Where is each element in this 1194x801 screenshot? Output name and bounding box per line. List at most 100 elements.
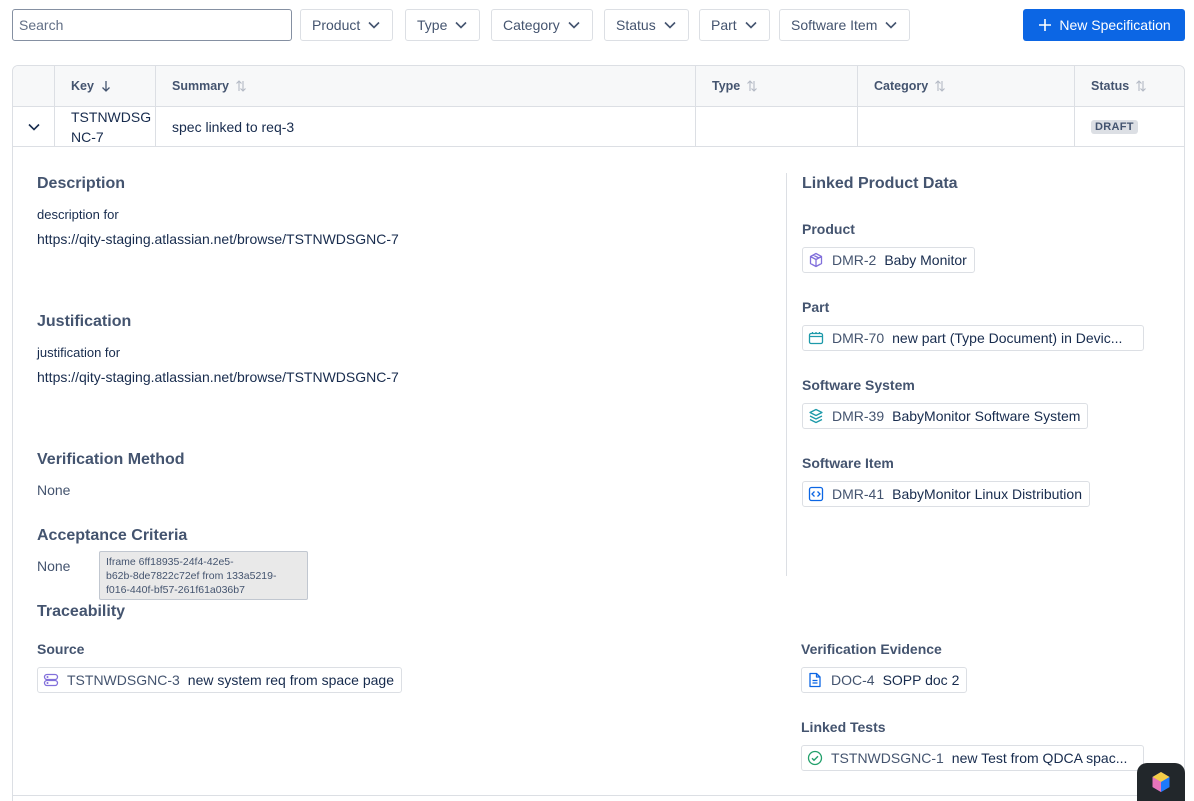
linked-tests-label: Linked Tests	[801, 719, 886, 735]
column-type-label: Type	[712, 79, 741, 93]
description-line2: https://qity-staging.atlassian.net/brows…	[37, 231, 399, 247]
verification-evidence-link[interactable]: DOC-4 SOPP doc 2	[801, 667, 968, 693]
new-specification-label: New Specification	[1059, 17, 1171, 33]
row-type	[695, 107, 857, 147]
product-name: Baby Monitor	[884, 252, 967, 268]
row-key-line2: NC-7	[71, 129, 104, 145]
row-key[interactable]: TSTNWDSG NC-7	[54, 107, 155, 147]
justification-line1: justification for	[37, 345, 121, 360]
chevron-down-icon	[885, 21, 897, 29]
traceability-heading: Traceability	[37, 603, 126, 620]
part-name: new part (Type Document) in Devic...	[892, 330, 1123, 346]
software-item-link[interactable]: DMR-41 BabyMonitor Linux Distribution	[802, 481, 1090, 507]
check-circle-icon	[807, 750, 823, 766]
status-badge: DRAFT	[1091, 120, 1138, 134]
verification-evidence-key: DOC-4	[831, 672, 875, 688]
category-filter-label: Category	[503, 17, 560, 33]
column-summary[interactable]: Summary	[155, 66, 695, 106]
column-status[interactable]: Status	[1074, 66, 1184, 106]
chevron-down-icon	[568, 21, 580, 29]
toolbar: Product Type Category Status Part Softwa…	[12, 9, 1185, 41]
verification-method-heading: Verification Method	[37, 451, 185, 468]
app-launcher-button[interactable]	[1137, 763, 1185, 801]
column-summary-label: Summary	[172, 79, 229, 93]
software-item-name: BabyMonitor Linux Distribution	[892, 486, 1082, 502]
software-system-name: BabyMonitor Software System	[892, 408, 1081, 424]
plus-icon	[1039, 19, 1052, 31]
column-key-label: Key	[71, 79, 94, 93]
software-item-filter-label: Software Item	[791, 17, 878, 33]
part-key: DMR-70	[832, 330, 885, 346]
source-link[interactable]: TSTNWDSGNC-3 new system req from space p…	[37, 667, 402, 693]
search-input[interactable]	[12, 9, 292, 41]
source-key: TSTNWDSGNC-3	[67, 672, 180, 688]
product-label: Product	[802, 221, 855, 237]
column-status-label: Status	[1091, 79, 1130, 93]
linked-test-link[interactable]: TSTNWDSGNC-1 new Test from QDCA spac...	[801, 745, 1144, 771]
product-filter[interactable]: Product	[300, 9, 394, 41]
software-system-link[interactable]: DMR-39 BabyMonitor Software System	[802, 403, 1089, 429]
description-line1: description for	[37, 207, 119, 222]
row-key-line1: TSTNWDSG	[71, 109, 152, 125]
hexagon-logo-icon	[1152, 772, 1170, 792]
software-item-label: Software Item	[802, 455, 894, 471]
part-link[interactable]: DMR-70 new part (Type Document) in Devic…	[802, 325, 1144, 351]
vertical-divider	[786, 173, 787, 576]
table-row[interactable]: TSTNWDSG NC-7 spec linked to req-3 DRAFT	[13, 107, 1184, 147]
verification-method-value: None	[37, 482, 71, 498]
chevron-down-icon	[368, 21, 380, 29]
next-table-row	[12, 795, 1185, 801]
chevron-down-icon	[27, 123, 40, 131]
collapse-row-button[interactable]	[13, 107, 54, 147]
tooltip-line1: Iframe 6ff18935-24f4-42e5-	[106, 556, 234, 568]
layers-icon	[809, 408, 823, 424]
acceptance-criteria-heading: Acceptance Criteria	[37, 527, 188, 544]
part-filter[interactable]: Part	[699, 9, 770, 41]
type-filter[interactable]: Type	[405, 9, 481, 41]
type-filter-label: Type	[417, 17, 448, 33]
chevron-down-icon	[745, 21, 757, 29]
chevron-down-icon	[664, 21, 676, 29]
sort-icon	[1136, 80, 1147, 92]
acceptance-criteria-value: None	[37, 558, 71, 574]
description-heading: Description	[37, 175, 126, 192]
column-category[interactable]: Category	[857, 66, 1074, 106]
software-system-key: DMR-39	[832, 408, 885, 424]
iframe-tooltip: Iframe 6ff18935-24f4-42e5- b62b-8de7822c…	[99, 551, 308, 600]
category-filter[interactable]: Category	[491, 9, 593, 41]
linked-product-data-heading: Linked Product Data	[802, 175, 958, 192]
row-summary: spec linked to req-3	[155, 107, 695, 147]
verification-evidence-label: Verification Evidence	[801, 641, 942, 657]
source-label: Source	[37, 641, 85, 657]
tooltip-line2: b62b-8de7822c72ef from 133a5219-	[106, 570, 277, 582]
justification-line2: https://qity-staging.atlassian.net/brows…	[37, 369, 399, 385]
new-specification-button[interactable]: New Specification	[1023, 9, 1185, 41]
sort-icon	[236, 80, 246, 92]
part-label: Part	[802, 299, 830, 315]
part-icon	[808, 332, 824, 345]
sort-icon	[747, 80, 758, 92]
requirement-icon	[43, 673, 59, 687]
specifications-table: Key Summary Type Category Status TSTNWDS…	[12, 65, 1185, 801]
tooltip-line3: f016-440f-bf57-261f61a036b7	[106, 584, 245, 596]
column-type[interactable]: Type	[695, 66, 857, 106]
status-filter[interactable]: Status	[604, 9, 689, 41]
justification-heading: Justification	[37, 313, 132, 330]
software-item-filter[interactable]: Software Item	[779, 9, 911, 41]
column-key[interactable]: Key	[54, 66, 155, 106]
product-key: DMR-2	[832, 252, 877, 268]
chevron-down-icon	[455, 21, 467, 29]
status-filter-label: Status	[616, 17, 656, 33]
row-status: DRAFT	[1074, 107, 1184, 147]
linked-test-name: new Test from QDCA spac...	[951, 750, 1128, 766]
sort-icon	[935, 80, 946, 92]
software-system-label: Software System	[802, 377, 915, 393]
source-name: new system req from space page	[187, 672, 394, 688]
row-category	[857, 107, 1074, 147]
software-item-key: DMR-41	[832, 486, 885, 502]
row-summary-text: spec linked to req-3	[172, 119, 295, 135]
product-link[interactable]: DMR-2 Baby Monitor	[802, 247, 975, 273]
row-detail-panel: Description description for https://qity…	[13, 148, 1184, 796]
verification-evidence-name: SOPP doc 2	[882, 672, 960, 688]
document-icon	[809, 672, 821, 688]
